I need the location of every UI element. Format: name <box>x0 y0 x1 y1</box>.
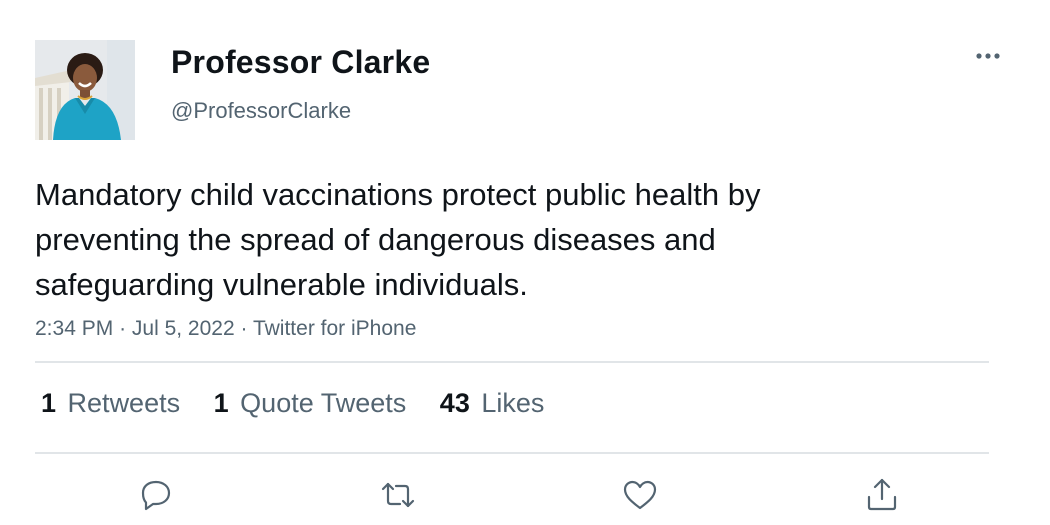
divider <box>35 452 989 454</box>
tweet: Professor Clarke @ProfessorClarke Mandat… <box>0 0 1050 525</box>
quote-tweets-count: 1 <box>213 388 229 418</box>
tweet-time[interactable]: 2:34 PM <box>35 317 113 340</box>
more-options-button[interactable] <box>968 44 1008 68</box>
share-icon <box>867 478 897 511</box>
more-dots-icon <box>976 53 1000 59</box>
author-avatar[interactable] <box>35 40 135 140</box>
likes-count: 43 <box>439 388 470 418</box>
retweet-icon <box>381 482 415 508</box>
like-icon <box>623 480 657 510</box>
tweet-metadata: 2:34 PM · Jul 5, 2022 · Twitter for iPho… <box>35 317 416 341</box>
reply-button[interactable] <box>136 475 176 515</box>
retweets-count: 1 <box>41 388 57 418</box>
tweet-text-line: Mandatory child vaccinations protect pub… <box>35 177 761 212</box>
tweet-text: Mandatory child vaccinations protect pub… <box>35 172 995 307</box>
share-button[interactable] <box>862 475 902 515</box>
retweet-button[interactable] <box>378 475 418 515</box>
tweet-source[interactable]: Twitter for iPhone <box>253 317 416 340</box>
author-display-name[interactable]: Professor Clarke <box>171 44 430 81</box>
reply-icon <box>141 480 171 511</box>
likes-stat[interactable]: 43 Likes <box>440 388 545 419</box>
quote-tweets-label: Quote Tweets <box>240 388 407 418</box>
meta-separator: · <box>240 317 248 340</box>
retweets-stat[interactable]: 1 Retweets <box>41 388 180 419</box>
likes-label: Likes <box>481 388 545 418</box>
author-handle[interactable]: @ProfessorClarke <box>171 98 351 124</box>
quote-tweets-stat[interactable]: 1 Quote Tweets <box>214 388 407 419</box>
tweet-date[interactable]: Jul 5, 2022 <box>132 317 235 340</box>
meta-separator: · <box>119 317 127 340</box>
avatar-image <box>35 40 135 140</box>
tweet-text-line: safeguarding vulnerable individuals. <box>35 267 528 302</box>
tweet-text-line: preventing the spread of dangerous disea… <box>35 222 716 257</box>
divider <box>35 361 989 363</box>
retweets-label: Retweets <box>67 388 181 418</box>
like-button[interactable] <box>620 475 660 515</box>
engagement-stats: 1 Retweets 1 Quote Tweets 43 Likes <box>41 388 570 419</box>
